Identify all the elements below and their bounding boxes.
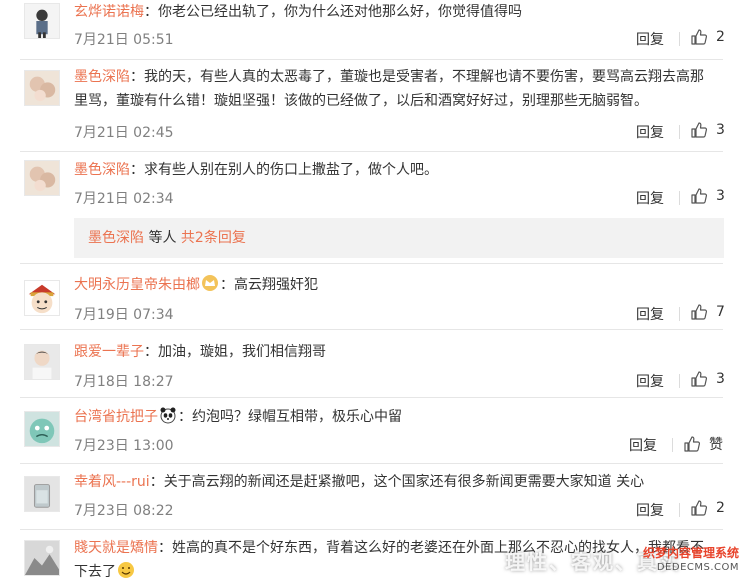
comment-author[interactable]: 台湾省抗把子 xyxy=(74,409,158,425)
comment-author[interactable]: 墨色深陷 xyxy=(74,69,130,85)
reply-button[interactable]: 回复 xyxy=(636,122,664,142)
comment-item: 墨色深陷：求有些人别在别人的伤口上撒盐了，做个人吧。 7月21日 02:34 回… xyxy=(0,152,749,264)
avatar[interactable] xyxy=(24,540,60,576)
like-button[interactable]: 7 xyxy=(690,303,725,321)
comment-text: 墨色深陷：我的天，有些人真的太恶毒了，董璇也是受害者，不理解也请不要伤害，要骂高… xyxy=(74,69,704,109)
watermark-url: DEDECMS.COM xyxy=(656,562,739,573)
comment-item: 大明永历皇帝朱由榔 ：高云翔强奸犯 7月19日 07:34 回复 7 xyxy=(0,264,749,330)
reply-button[interactable]: 回复 xyxy=(636,29,664,49)
avatar[interactable] xyxy=(24,280,60,316)
comment-timestamp: 7月23日 13:00 xyxy=(74,438,174,454)
like-button[interactable]: 3 xyxy=(690,121,725,139)
comment-text: 跟爱一辈子：加油，璇姐，我们相信翔哥 xyxy=(74,344,326,360)
thumbs-up-icon xyxy=(691,29,708,45)
avatar[interactable] xyxy=(24,3,60,39)
like-count: 2 xyxy=(716,500,725,516)
crown-badge-icon xyxy=(202,275,218,291)
comment-text: 幸着风---rui：关于高云翔的新闻还是赶紧撤吧，这个国家还有很多新闻更需要大家… xyxy=(74,474,645,490)
thumbs-up-icon xyxy=(691,304,708,320)
comment-text: 大明永历皇帝朱由榔 ：高云翔强奸犯 xyxy=(74,273,714,297)
comment-author[interactable]: 跟爱一辈子 xyxy=(74,344,144,360)
comment-timestamp: 7月18日 18:27 xyxy=(74,374,174,390)
thumbs-up-icon xyxy=(691,188,708,204)
reply-button[interactable]: 回复 xyxy=(636,500,664,520)
avatar[interactable] xyxy=(24,344,60,380)
thumbs-up-icon xyxy=(691,122,708,138)
thumbs-up-icon xyxy=(691,371,708,387)
more-replies-link[interactable]: 共2条回复 xyxy=(181,230,246,246)
comment-item: 台湾省抗把子 ：约泡吗？绿帽互相带，极乐心中留 7月23日 13:00 回复 赞 xyxy=(0,398,749,464)
divider xyxy=(679,191,680,205)
comment-timestamp: 7月21日 02:45 xyxy=(74,125,174,141)
comment-item: 跟爱一辈子：加油，璇姐，我们相信翔哥 7月18日 18:27 回复 3 xyxy=(0,330,749,398)
like-label: 赞 xyxy=(709,437,723,453)
avatar[interactable] xyxy=(24,160,60,196)
reply-button[interactable]: 回复 xyxy=(636,371,664,391)
comment-timestamp: 7月23日 08:22 xyxy=(74,503,174,519)
comment-item: 墨色深陷：我的天，有些人真的太恶毒了，董璇也是受害者，不理解也请不要伤害，要骂高… xyxy=(0,60,749,152)
reply-button[interactable]: 回复 xyxy=(636,188,664,208)
thumbs-up-icon xyxy=(691,500,708,516)
like-count: 3 xyxy=(716,188,725,204)
avatar[interactable] xyxy=(24,70,60,106)
divider xyxy=(679,503,680,517)
avatar[interactable] xyxy=(24,476,60,512)
thumbs-up-icon xyxy=(684,436,701,452)
comment-text: 台湾省抗把子 ：约泡吗？绿帽互相带，极乐心中留 xyxy=(74,405,714,429)
comment-author[interactable]: 玄烨诺诺梅 xyxy=(74,4,144,20)
like-button[interactable]: 3 xyxy=(690,187,725,205)
reply-button[interactable]: 回复 xyxy=(636,304,664,324)
like-button[interactable]: 赞 xyxy=(683,434,723,454)
like-count: 2 xyxy=(716,29,725,45)
panda-emoji-icon xyxy=(160,407,176,424)
like-button[interactable]: 2 xyxy=(690,499,725,517)
comment-author[interactable]: 大明永历皇帝朱由榔 xyxy=(74,277,200,293)
comment-author[interactable]: 賤天就是矯情 xyxy=(74,540,158,556)
smile-emoji-icon xyxy=(118,562,134,578)
like-button[interactable]: 2 xyxy=(690,28,725,46)
comment-author[interactable]: 幸着风---rui xyxy=(74,474,150,490)
divider xyxy=(679,374,680,388)
divider xyxy=(679,32,680,46)
like-count: 3 xyxy=(716,122,725,138)
comment-timestamp: 7月21日 02:34 xyxy=(74,191,174,207)
comment-item: 幸着风---rui：关于高云翔的新闻还是赶紧撤吧，这个国家还有很多新闻更需要大家… xyxy=(0,464,749,530)
sub-replies-box[interactable]: 墨色深陷 等人 共2条回复 xyxy=(74,218,724,258)
comment-timestamp: 7月21日 05:51 xyxy=(74,32,174,48)
avatar[interactable] xyxy=(24,411,60,447)
reply-button[interactable]: 回复 xyxy=(629,435,657,455)
subreply-author[interactable]: 墨色深陷 xyxy=(88,230,144,246)
watermark: 理性、客观、真实 织梦内容管理系统 DEDECMS.COM xyxy=(499,542,749,582)
watermark-brand: 织梦内容管理系统 xyxy=(642,546,739,560)
comment-text: 玄烨诺诺梅：你老公已经出轨了，你为什么还对他那么好，你觉得值得吗 xyxy=(74,4,522,20)
comment-timestamp: 7月19日 07:34 xyxy=(74,307,174,323)
divider xyxy=(679,307,680,321)
divider xyxy=(672,438,673,452)
like-button[interactable]: 3 xyxy=(690,370,725,388)
divider xyxy=(679,125,680,139)
comment-author[interactable]: 墨色深陷 xyxy=(74,162,130,178)
comment-item: 玄烨诺诺梅：你老公已经出轨了，你为什么还对他那么好，你觉得值得吗 7月21日 0… xyxy=(0,0,749,60)
like-count: 3 xyxy=(716,371,725,387)
like-count: 7 xyxy=(716,304,725,320)
comment-text: 墨色深陷：求有些人别在别人的伤口上撒盐了，做个人吧。 xyxy=(74,162,438,178)
